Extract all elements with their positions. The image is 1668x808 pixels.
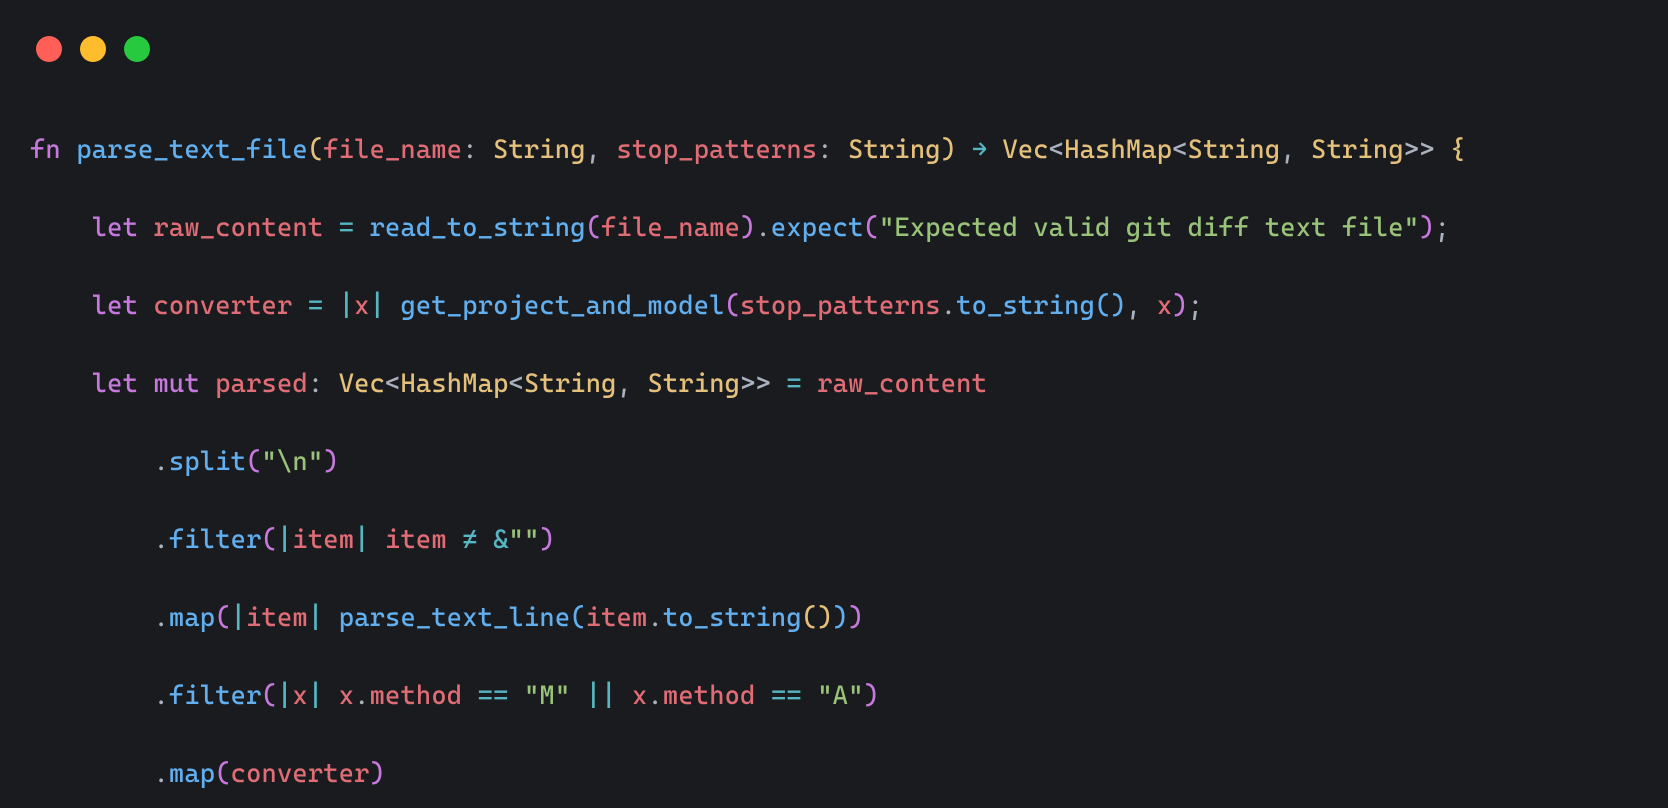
function-name: parse_text_file [76,135,308,165]
method-call: filter [169,681,262,711]
identifier: raw_content [817,369,987,399]
argument: file_name [601,213,740,243]
zoom-icon[interactable] [124,36,150,62]
field: method [370,681,463,711]
argument: x [1157,291,1172,321]
type: Vec [1002,135,1048,165]
method-call: expect [771,213,864,243]
code-line: let raw_content = read_to_string(file_na… [30,209,1638,248]
string-literal: "\n" [262,447,324,477]
close-icon[interactable] [36,36,62,62]
string-literal: "Expected valid git diff text file" [879,213,1419,243]
type: String [848,135,941,165]
variable: parsed [215,369,308,399]
type: Vec [339,369,385,399]
method-call: to_string [663,603,802,633]
window-titlebar [0,0,1668,62]
function-call: parse_text_line [339,603,571,633]
type: HashMap [1064,135,1172,165]
keyword: let [92,291,138,321]
code-line: .filter(|x| x.method == "M" || x.method … [30,677,1638,716]
param: stop_patterns [617,135,818,165]
code-line: let mut parsed: Vec<HashMap<String, Stri… [30,365,1638,404]
closure-param: item [246,603,308,633]
identifier: x [339,681,354,711]
method-call: map [169,759,215,789]
function-call: read_to_string [370,213,586,243]
method-call: filter [169,525,262,555]
keyword: mut [154,369,200,399]
code-block: fn parse_text_file(file_name: String, st… [0,62,1668,808]
identifier: item [586,603,648,633]
type: String [524,369,617,399]
code-line: .map(|item| parse_text_line(item.to_stri… [30,599,1638,638]
string-literal: "M" [524,681,570,711]
variable: converter [154,291,293,321]
minimize-icon[interactable] [80,36,106,62]
identifier: item [385,525,447,555]
operator: == [478,681,509,711]
operator: & [493,525,508,555]
string-literal: "" [509,525,540,555]
keyword: let [92,369,138,399]
code-window: fn parse_text_file(file_name: String, st… [0,0,1668,808]
type: HashMap [400,369,508,399]
arrow: → [972,135,987,165]
method-call: map [169,603,215,633]
operator: == [771,681,802,711]
param: file_name [323,135,462,165]
type: String [1311,135,1404,165]
identifier: converter [231,759,370,789]
method-call: to_string [956,291,1095,321]
string-literal: "A" [817,681,863,711]
variable: raw_content [154,213,324,243]
type: String [1188,135,1281,165]
type: String [647,369,740,399]
keyword: fn [30,135,61,165]
code-line: .split("\n") [30,443,1638,482]
closure-param: x [354,291,369,321]
keyword: let [92,213,138,243]
code-line: .filter(|item| item ≠ &"") [30,521,1638,560]
type: String [493,135,586,165]
code-line: let converter = |x| get_project_and_mode… [30,287,1638,326]
code-line: fn parse_text_file(file_name: String, st… [30,131,1638,170]
argument: stop_patterns [740,291,941,321]
code-line: .map(converter) [30,755,1638,794]
field: method [663,681,756,711]
closure-param: item [292,525,354,555]
function-call: get_project_and_model [400,291,724,321]
method-call: split [169,447,246,477]
operator: || [586,681,617,711]
identifier: x [632,681,647,711]
closure-param: x [292,681,307,711]
operator: ≠ [462,525,477,555]
